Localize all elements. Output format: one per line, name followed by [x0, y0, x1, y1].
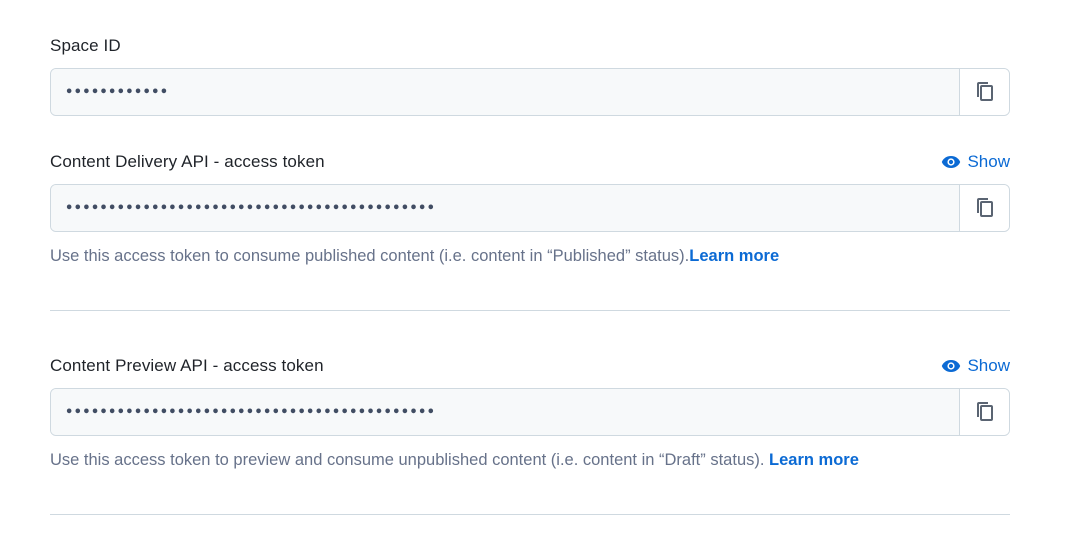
delivery-token-value[interactable]: ••••••••••••••••••••••••••••••••••••••••…: [51, 185, 959, 231]
eye-icon: [942, 360, 961, 372]
copy-icon: [976, 198, 993, 217]
section-divider: [50, 310, 1010, 311]
space-id-value[interactable]: ••••••••••••: [51, 69, 959, 115]
copy-delivery-token-button[interactable]: [959, 185, 1009, 231]
show-delivery-token-link[interactable]: Show: [941, 152, 1010, 172]
preview-token-help-text: Use this access token to preview and con…: [50, 451, 770, 469]
preview-token-label: Content Preview API - access token: [50, 356, 324, 375]
space-id-field: ••••••••••••: [50, 68, 1010, 116]
space-id-section: Space ID ••••••••••••: [50, 34, 1010, 116]
delivery-learn-more-link[interactable]: Learn more: [689, 247, 779, 265]
space-id-label: Space ID: [50, 36, 121, 55]
delivery-token-label-row: Content Delivery API - access token Show: [50, 150, 1010, 174]
copy-icon: [976, 402, 993, 421]
space-id-label-row: Space ID: [50, 34, 1010, 58]
delivery-token-section: Content Delivery API - access token Show…: [50, 150, 1010, 266]
show-label: Show: [967, 356, 1010, 375]
delivery-token-help: Use this access token to consume publish…: [50, 246, 1010, 266]
delivery-token-field: ••••••••••••••••••••••••••••••••••••••••…: [50, 184, 1010, 232]
preview-token-field: ••••••••••••••••••••••••••••••••••••••••…: [50, 388, 1010, 436]
preview-token-section: Content Preview API - access token Show …: [50, 354, 1010, 470]
delivery-token-label: Content Delivery API - access token: [50, 152, 325, 171]
preview-token-value[interactable]: ••••••••••••••••••••••••••••••••••••••••…: [51, 389, 959, 435]
delivery-token-help-text: Use this access token to consume publish…: [50, 247, 690, 265]
preview-learn-more-link[interactable]: Learn more: [769, 451, 859, 469]
eye-icon: [942, 156, 961, 168]
show-label: Show: [967, 152, 1010, 171]
show-preview-token-link[interactable]: Show: [941, 356, 1010, 376]
copy-icon: [976, 82, 993, 101]
preview-token-label-row: Content Preview API - access token Show: [50, 354, 1010, 378]
copy-preview-token-button[interactable]: [959, 389, 1009, 435]
preview-token-help: Use this access token to preview and con…: [50, 450, 1010, 470]
copy-space-id-button[interactable]: [959, 69, 1009, 115]
bottom-divider: [50, 514, 1010, 515]
